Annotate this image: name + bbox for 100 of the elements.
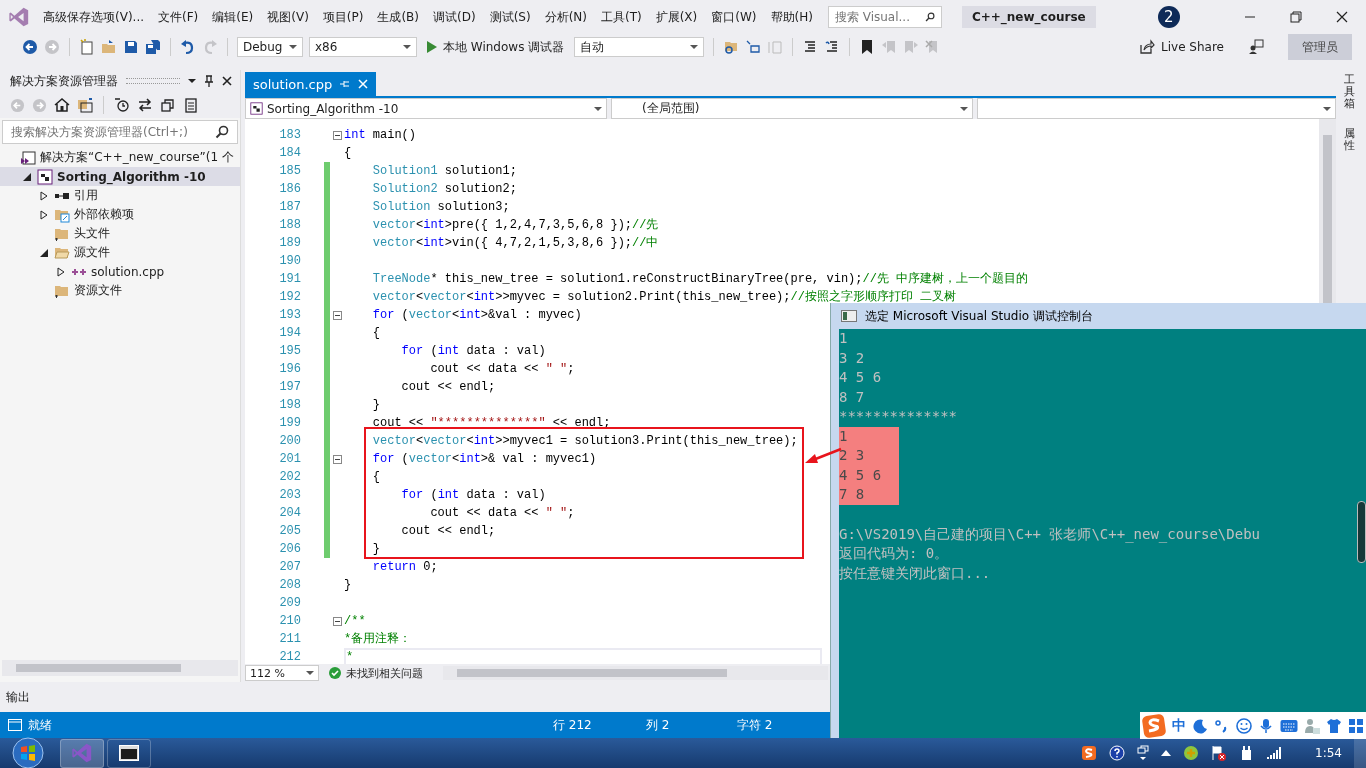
menu-item[interactable]: 编辑(E) [205, 8, 261, 26]
dock-tab[interactable]: 属性 [1340, 126, 1359, 155]
tree-item[interactable]: Sorting_Algorithm -10 [0, 167, 240, 186]
taskbar-app-button[interactable] [107, 738, 151, 768]
save-icon[interactable] [123, 39, 139, 55]
restore-icon[interactable] [1290, 11, 1302, 23]
close-icon[interactable] [222, 76, 232, 86]
collapse-icon[interactable] [332, 310, 342, 320]
help-icon[interactable] [1109, 745, 1126, 761]
menu-item[interactable]: 分析(N) [537, 8, 594, 26]
tree-item[interactable]: 引用 [0, 186, 240, 205]
run-mode-dropdown[interactable]: 自动 [574, 37, 705, 57]
line-number: 198 [278, 398, 302, 412]
smiley-icon[interactable] [1236, 717, 1252, 734]
microphone-icon[interactable] [1258, 717, 1274, 734]
platform-dropdown[interactable]: x86 [309, 37, 417, 57]
find-in-files-icon[interactable] [723, 39, 740, 55]
search-field[interactable]: 搜索解决方案资源管理器(Ctrl+;) [2, 120, 238, 144]
open-folder-icon[interactable] [101, 39, 117, 55]
properties-icon[interactable] [183, 97, 199, 113]
collapsed-arrow-icon[interactable] [57, 266, 65, 277]
clock[interactable]: 1:54 [1315, 746, 1342, 760]
configuration-dropdown[interactable]: Debug [237, 37, 303, 57]
shirt-icon[interactable] [1326, 717, 1342, 734]
code-line: for (int data : val) [400, 343, 546, 360]
switch-views-icon[interactable] [77, 97, 93, 113]
window-switch-icon[interactable] [1137, 745, 1150, 761]
tree-item[interactable]: solution.cpp [0, 262, 240, 281]
collapse-icon[interactable] [332, 454, 342, 464]
menu-item[interactable]: 视图(V) [260, 8, 316, 26]
menu-item[interactable]: 调试(D) [426, 8, 483, 26]
save-all-icon[interactable] [145, 39, 161, 55]
expanded-arrow-icon[interactable] [40, 248, 48, 257]
column-indicator: 列 2 [646, 716, 671, 734]
pin-icon[interactable] [204, 75, 214, 87]
expanded-arrow-icon[interactable] [23, 172, 31, 181]
scrollbar[interactable] [1319, 119, 1336, 305]
plus-icon[interactable] [1183, 745, 1200, 761]
collapse-icon[interactable] [332, 616, 342, 626]
collapsed-arrow-icon[interactable] [40, 190, 48, 201]
new-project-icon[interactable] [79, 39, 95, 55]
menu-item[interactable]: 窗口(W) [704, 8, 764, 26]
menu-item[interactable]: 帮助(H) [763, 8, 820, 26]
menu-item[interactable]: 生成(B) [370, 8, 427, 26]
feedback-icon[interactable] [1248, 39, 1264, 55]
show-hidden-icons[interactable] [1161, 750, 1172, 756]
user-account[interactable]: 管理员 [1288, 34, 1352, 60]
code-line: int main() [344, 127, 417, 144]
menu-item[interactable]: 文件(F) [151, 8, 206, 26]
dropdown-icon[interactable] [188, 79, 196, 83]
menu-item[interactable]: 高级保存选项(V)... [36, 8, 151, 26]
signal-icon[interactable] [1267, 745, 1284, 761]
grid-icon[interactable] [1348, 717, 1364, 734]
live-share-button[interactable]: Live Share [1139, 39, 1224, 55]
flag-icon[interactable] [1211, 745, 1228, 761]
back-icon[interactable] [22, 39, 38, 55]
line-number: 197 [278, 380, 302, 394]
tree-item[interactable]: 头文件 [0, 224, 240, 243]
sync-icon[interactable] [137, 97, 153, 113]
dock-tab[interactable]: 工具箱 [1340, 72, 1359, 113]
tree-item[interactable]: 资源文件 [0, 281, 240, 300]
scrollbar[interactable] [443, 666, 828, 680]
console-line: 返回代码为: 0。 [839, 544, 950, 563]
project-scope-dropdown[interactable]: Sorting_Algorithm -10 [245, 98, 607, 119]
issues-status[interactable]: 未找到相关问题 [346, 665, 423, 681]
menu-item[interactable]: 项目(P) [315, 8, 371, 26]
start-debugging-button[interactable]: 本地 Windows 调试器 [423, 38, 569, 56]
collapsed-arrow-icon[interactable] [40, 209, 48, 220]
line-number: 199 [278, 416, 302, 430]
collapse-all-icon[interactable] [160, 97, 176, 113]
undo-icon[interactable] [180, 39, 196, 55]
notification-badge[interactable]: 2 [1157, 6, 1180, 28]
zoom-dropdown[interactable]: 112 % [245, 665, 319, 681]
menu-item[interactable]: 工具(T) [593, 8, 649, 26]
scope-dropdown[interactable]: (全局范围) [611, 98, 973, 119]
code-line: cout << "**************" << endl; [371, 415, 611, 432]
line-number: 192 [278, 290, 302, 304]
start-button[interactable] [12, 737, 44, 768]
input-mode-toggle[interactable]: 中 [1172, 716, 1186, 735]
line-number: 208 [278, 578, 302, 592]
line-number: 205 [278, 524, 302, 538]
scrollbar-thumb[interactable] [1357, 501, 1366, 563]
indent-icon[interactable] [745, 39, 762, 55]
collapse-icon[interactable] [332, 130, 342, 140]
moon-icon[interactable] [1192, 717, 1208, 734]
show-desktop-button[interactable] [1354, 738, 1366, 768]
keyboard-icon[interactable] [1280, 718, 1298, 733]
home-icon[interactable] [54, 97, 70, 113]
menu-item[interactable]: 测试(S) [482, 8, 538, 26]
input-method-icon[interactable] [1081, 745, 1098, 761]
search-field[interactable]: 搜索 Visual... [827, 6, 942, 28]
tree-item[interactable]: 外部依赖项 [0, 205, 240, 224]
pending-changes-icon[interactable] [114, 97, 130, 113]
tree-item[interactable]: 源文件 [0, 243, 240, 262]
scrollbar[interactable] [2, 660, 238, 676]
tree-item[interactable]: 解决方案“C++_new_course”(1 个 [0, 148, 240, 167]
menu-item[interactable]: 扩展(X) [648, 8, 705, 26]
input-method-icon[interactable] [1142, 713, 1166, 738]
output-panel-title[interactable]: 输出 [6, 688, 30, 706]
close-icon[interactable] [1336, 11, 1348, 23]
